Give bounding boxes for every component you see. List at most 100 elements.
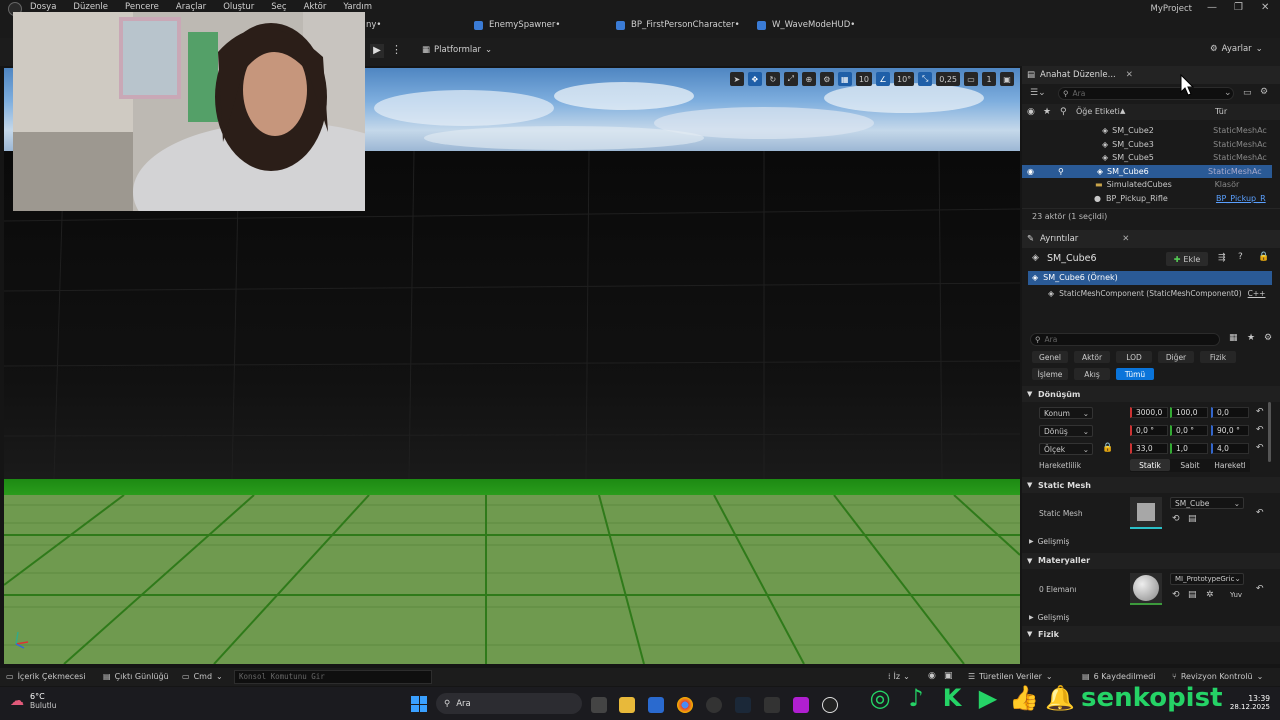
- filter-rendering[interactable]: İşleme: [1032, 368, 1068, 380]
- rotation-x[interactable]: 0,0 °: [1130, 425, 1168, 436]
- obs-icon[interactable]: [706, 697, 722, 713]
- section-transform[interactable]: ▼ Dönüşüm: [1022, 386, 1280, 402]
- rotation-snap-icon[interactable]: ∠: [876, 72, 890, 86]
- translate-icon[interactable]: ✥: [747, 72, 762, 86]
- reset-icon[interactable]: ↶: [1256, 443, 1264, 453]
- section-physics[interactable]: ▼ Fizik: [1022, 626, 1280, 642]
- chevron-down-icon[interactable]: ⌄: [1224, 88, 1232, 98]
- reset-icon[interactable]: ↶: [1256, 425, 1264, 435]
- table-row[interactable]: ◈ SM_Cube2 StaticMeshAc: [1022, 124, 1272, 138]
- scrollbar[interactable]: [1268, 402, 1271, 462]
- file-explorer-icon[interactable]: [619, 697, 635, 713]
- location-dropdown[interactable]: Konum ⌄: [1039, 407, 1093, 419]
- rotation-dropdown[interactable]: Dönüş ⌄: [1039, 425, 1093, 437]
- pin-icon[interactable]: ⚲: [1060, 107, 1067, 117]
- table-row[interactable]: ▬ SimulatedCubes Klasör: [1022, 178, 1272, 192]
- details-tab[interactable]: ✎ Ayrıntılar ✕: [1022, 230, 1280, 248]
- windows-start-icon[interactable]: [411, 696, 427, 712]
- more-options-icon[interactable]: ⋮: [391, 43, 402, 56]
- camera-speed-value[interactable]: 1: [982, 72, 996, 86]
- star-icon[interactable]: ★: [1247, 333, 1255, 343]
- mobility-movable[interactable]: Hareketl: [1210, 459, 1250, 471]
- outliner-search-input[interactable]: ⚲ Ara: [1058, 87, 1234, 100]
- lock-icon[interactable]: 🔒: [1258, 252, 1269, 262]
- blueprint-convert-icon[interactable]: ⇶: [1218, 253, 1226, 263]
- content-drawer-button[interactable]: ▭ İçerik Çekmecesi: [6, 672, 86, 681]
- filter-streaming[interactable]: Akış: [1074, 368, 1110, 380]
- options-icon[interactable]: ✲: [1206, 590, 1214, 600]
- trace-dropdown[interactable]: ⁞ İz ⌄: [888, 672, 910, 681]
- col-type[interactable]: Tür: [1215, 107, 1227, 116]
- clock[interactable]: 13:39 28.12.2025: [1226, 694, 1270, 711]
- material-dropdown[interactable]: MI_PrototypeGric ⌄: [1170, 572, 1244, 585]
- scale-dropdown[interactable]: Ölçek ⌄: [1039, 443, 1093, 455]
- scale-icon[interactable]: ⤢: [783, 72, 798, 86]
- maximize-viewport-icon[interactable]: ▣: [1000, 72, 1014, 86]
- outliner-tab[interactable]: ▤ Anahat Düzenle... ✕: [1022, 66, 1280, 84]
- surface-snap-icon[interactable]: ⚙: [819, 72, 834, 86]
- settings-button[interactable]: ⚙ Ayarlar ⌄: [1210, 44, 1263, 54]
- unreal-engine-icon[interactable]: [822, 697, 838, 713]
- output-log-button[interactable]: ▤ Çıktı Günlüğü: [103, 672, 169, 681]
- doc-tab-enemy-spawner[interactable]: EnemySpawner•: [474, 20, 560, 30]
- scale-y[interactable]: 1,0: [1170, 443, 1208, 454]
- cmd-dropdown[interactable]: ▭ Cmd ⌄: [182, 672, 223, 681]
- use-selected-icon[interactable]: ▤: [1188, 514, 1197, 524]
- section-materials[interactable]: ▼ Materyaller: [1022, 552, 1280, 569]
- grid-snap-icon[interactable]: ▦: [837, 72, 852, 86]
- task-view-icon[interactable]: [591, 697, 607, 713]
- table-row[interactable]: ◈ SM_Cube5 StaticMeshAc: [1022, 151, 1272, 165]
- filter-lod[interactable]: LOD: [1116, 351, 1152, 363]
- doc-tab-wave-hud[interactable]: W_WaveModeHUD•: [757, 20, 855, 30]
- filter-actor[interactable]: Aktör: [1074, 351, 1110, 363]
- filter-general[interactable]: Genel: [1032, 351, 1068, 363]
- reset-icon[interactable]: ↶: [1256, 508, 1264, 518]
- help-icon[interactable]: ?: [1238, 252, 1243, 262]
- col-item-label[interactable]: Öğe Etiketi: [1076, 107, 1120, 116]
- component-row[interactable]: ◈ StaticMeshComponent (StaticMeshComponen…: [1022, 287, 1280, 301]
- scale-snap-value[interactable]: 0,25: [936, 72, 960, 86]
- browse-icon[interactable]: ⟲: [1172, 590, 1180, 600]
- record-icon[interactable]: ◉: [928, 671, 936, 681]
- select-mode-icon[interactable]: ➤: [729, 72, 744, 86]
- derived-data-button[interactable]: ☰ Türetilen Veriler ⌄: [968, 672, 1053, 681]
- filter-physics[interactable]: Fizik: [1200, 351, 1236, 363]
- grid-view-icon[interactable]: ▦: [1229, 333, 1238, 343]
- browse-icon[interactable]: ⟲: [1172, 514, 1180, 524]
- weather-widget[interactable]: ☁ 6°C Bulutlu: [10, 692, 57, 710]
- filter-all[interactable]: Tümü: [1116, 368, 1154, 380]
- add-folder-icon[interactable]: ▭: [1243, 88, 1252, 98]
- taskbar-search[interactable]: ⚲ Ara: [436, 693, 582, 714]
- scale-z[interactable]: 4,0: [1211, 443, 1249, 454]
- minimize-icon[interactable]: —: [1207, 2, 1217, 13]
- world-local-icon[interactable]: ⊕: [801, 72, 816, 86]
- filter-other[interactable]: Diğer: [1158, 351, 1194, 363]
- rotate-icon[interactable]: ↻: [765, 72, 780, 86]
- location-x[interactable]: 3000,0: [1130, 407, 1168, 418]
- lock-icon[interactable]: 🔒: [1102, 443, 1113, 453]
- scale-x[interactable]: 33,0: [1130, 443, 1168, 454]
- store-icon[interactable]: [648, 697, 664, 713]
- static-mesh-dropdown[interactable]: SM_Cube ⌄: [1170, 497, 1244, 509]
- close-tab-icon[interactable]: ✕: [1126, 70, 1133, 80]
- eye-icon[interactable]: ◉: [1027, 167, 1034, 176]
- table-row[interactable]: ◈ SM_Cube3 StaticMeshAc: [1022, 138, 1272, 152]
- app-icon[interactable]: [793, 697, 809, 713]
- advanced-expander[interactable]: ▶ Gelişmiş: [1022, 535, 1280, 549]
- rotation-z[interactable]: 90,0 °: [1211, 425, 1249, 436]
- actor-name[interactable]: SM_Cube6: [1047, 253, 1097, 264]
- revision-control-button[interactable]: ⑂ Revizyon Kontrolü ⌄: [1172, 672, 1263, 681]
- use-selected-icon[interactable]: ▤: [1188, 590, 1197, 600]
- close-tab-icon[interactable]: ✕: [1122, 234, 1129, 244]
- doc-tab-level[interactable]: ny•: [366, 20, 381, 30]
- maximize-icon[interactable]: ❐: [1234, 2, 1243, 13]
- mesh-thumbnail[interactable]: [1130, 497, 1162, 529]
- console-input[interactable]: Konsol Komutunu Gir: [234, 670, 432, 684]
- steam-icon[interactable]: [735, 697, 751, 713]
- epic-games-icon[interactable]: [764, 697, 780, 713]
- section-static-mesh[interactable]: ▼ Static Mesh: [1022, 477, 1280, 493]
- pin-icon[interactable]: ⚲: [1058, 167, 1064, 176]
- close-icon[interactable]: ✕: [1261, 2, 1269, 13]
- material-thumbnail[interactable]: [1130, 572, 1162, 605]
- play-icon[interactable]: ▶: [370, 44, 384, 58]
